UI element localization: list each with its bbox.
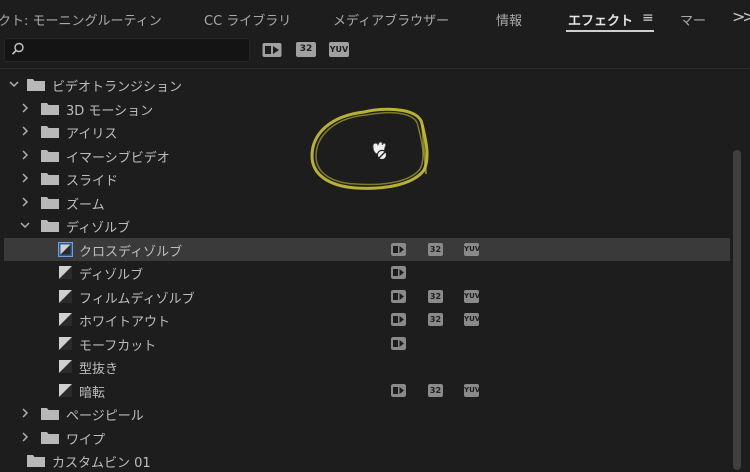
accelerated-badge-icon [391,289,406,303]
tree-item-label: ビデオトランジション [52,80,183,95]
tab-markers[interactable]: マー [680,10,706,29]
effect-label: フィルムディゾルブ [79,291,195,307]
tree-item-label: カスタムビン 01 [52,456,151,471]
32bit-badge: 32 [428,242,443,256]
transition-effect-icon [59,313,72,326]
tree-effect-row[interactable]: フィルムディゾルブ 32 YUV [0,285,730,308]
scrollbar-thumb[interactable] [733,150,741,470]
tree-folder-row[interactable]: カスタムビン 01 [0,449,730,472]
search-input[interactable] [4,38,250,62]
tree-effect-row[interactable]: 暗転 32 YUV [0,379,730,402]
tree-item-label: スライド [66,174,119,189]
yuv-badge: YUV [464,383,480,397]
tree-effect-row[interactable]: ディゾルブ [0,261,730,284]
tab-effects[interactable]: エフェクト [568,10,633,29]
drag-not-allowed-cursor-icon [372,141,388,161]
folder-icon [27,455,45,467]
32bit-badge: 32 [428,383,443,397]
accelerated-effects-filter-icon[interactable] [262,42,282,58]
chevron-right-icon[interactable] [20,149,30,160]
folder-icon [41,102,59,115]
effect-label: モーフカット [79,338,157,354]
accelerated-badge-icon [391,383,406,397]
tree-item-label: 3D モーション [66,103,154,119]
32bit-badge: 32 [428,313,443,326]
hamburger-icon[interactable]: ≡ [642,10,654,26]
yuv-badge: YUV [464,289,480,303]
tree-item-label: ズーム [66,197,105,213]
tree-item-label: アイリス [66,127,118,142]
tree-folder-row[interactable]: ページピール [0,402,730,425]
tab-media-browser[interactable]: メディアブラウザー [333,10,449,29]
tree-effect-row[interactable]: モーフカット [0,332,730,355]
transition-effect-icon [59,336,72,350]
chevron-right-icon[interactable] [20,126,30,136]
chevron-down-icon[interactable] [9,79,19,89]
tree-effect-row[interactable]: ホワイトアウト 32 YUV [0,308,730,331]
tree-item-label: ディゾルブ [66,221,131,236]
tree-effect-row[interactable]: 型抜き [0,355,730,378]
tree-folder-row[interactable]: ワイプ [0,426,730,449]
transition-effect-icon [59,383,72,397]
double-chevron-right-icon[interactable]: >> [732,7,750,26]
yuv-badge: YUV [464,313,480,326]
tab-cc-libraries[interactable]: CC ライブラリ [204,10,291,29]
chevron-right-icon[interactable] [20,431,30,442]
panel-tab-bar: クト: モーニングルーティン CC ライブラリ メディアブラウザー 情報 エフェ… [0,0,750,34]
folder-icon [41,408,59,420]
chevron-right-icon[interactable] [20,102,30,113]
accelerated-badge-icon [391,336,406,350]
accelerated-badge-icon [391,313,406,326]
chevron-right-icon[interactable] [20,408,30,418]
effect-label: ホワイトアウト [79,315,171,330]
transition-effect-icon [59,266,72,279]
search-icon [11,42,24,55]
effect-label: 暗転 [79,385,106,401]
effect-label: クロスディゾルブ [79,244,183,260]
tree-item-label: ページピール [66,409,144,424]
tree-folder-row[interactable]: ディゾルブ [0,214,730,237]
folder-icon [41,126,59,138]
transition-effect-icon [59,360,72,373]
tree-effect-row[interactable]: クロスディゾルブ 32 YUV [4,237,730,261]
effect-label: 型抜き [79,362,119,377]
yuv-filter-icon[interactable]: YUV [329,42,349,57]
tree-item-label: ワイプ [66,432,106,448]
effects-toolbar: 32 YUV [0,34,750,68]
folder-icon [27,79,45,91]
folder-icon [41,149,59,162]
folder-icon [41,431,59,444]
transition-effect-icon [59,289,72,303]
folder-icon [41,220,59,232]
tab-info[interactable]: 情報 [496,10,522,29]
tree-item-label: イマーシブビデオ [66,150,170,166]
chevron-down-icon[interactable] [20,220,30,230]
active-tab-indicator [566,30,654,32]
32bit-filter-icon[interactable]: 32 [296,42,316,57]
transition-effect-icon [58,241,73,257]
toolbar-divider [0,68,750,69]
search-field[interactable] [29,41,247,59]
yuv-badge: YUV [464,242,480,256]
effect-label: ディゾルブ [79,268,144,283]
tree-folder-row[interactable]: ビデオトランジション [0,73,730,96]
32bit-badge: 32 [428,289,443,303]
folder-icon [41,173,59,185]
chevron-right-icon[interactable] [20,173,30,183]
accelerated-badge-icon [391,266,406,279]
tab-project[interactable]: クト: モーニングルーティン [0,10,162,29]
chevron-right-icon[interactable] [20,196,30,207]
accelerated-badge-icon [391,242,406,256]
folder-icon [41,196,59,209]
